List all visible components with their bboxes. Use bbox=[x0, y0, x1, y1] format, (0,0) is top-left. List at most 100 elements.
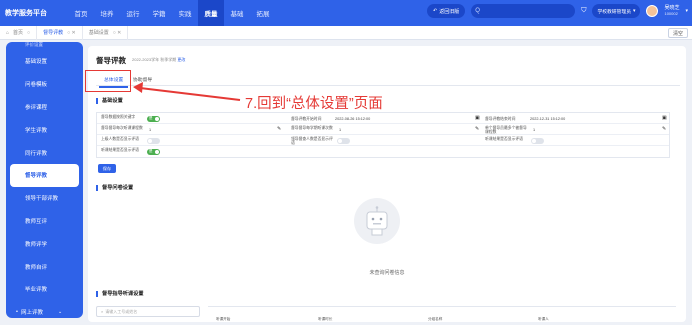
settings-row: 督导督导每次听课课程数 1 ✎ 督导督导每学期听课次数 1 ✎ 单个督导员最多个… bbox=[97, 124, 669, 135]
toggle-text: 是 bbox=[149, 116, 153, 120]
sidebar-item-supervisor-eval[interactable]: 督导评教 bbox=[10, 163, 79, 187]
filter-label: 听课人 bbox=[538, 317, 549, 321]
tab-basic-settings-label: 基础设置 bbox=[88, 30, 109, 36]
number-input-value[interactable]: 1 bbox=[533, 128, 535, 132]
search-icon: Q bbox=[475, 8, 480, 14]
user-menu-chevron-icon[interactable]: ▾ bbox=[685, 8, 688, 14]
tab-supervisor-eval[interactable]: 督导评教 ○ ✕ bbox=[37, 25, 83, 40]
role-select[interactable]: 学校教研管理员 ▾ bbox=[592, 4, 641, 18]
settings-row: 听课结果是否显示评语 是 bbox=[97, 146, 669, 157]
field-label: 督导督导每学期听课次数 bbox=[291, 125, 333, 130]
tab-strip: ⌂ 首页 ○ 督导评教 ○ ✕ 基础设置 ○ ✕ 清空 bbox=[0, 25, 692, 40]
field-label: 听课结果是否显示评语 bbox=[485, 136, 523, 141]
clear-tabs-button[interactable]: 清空 bbox=[667, 28, 688, 38]
sidebar-item-teacher-mutual[interactable]: 教师互评 bbox=[6, 210, 83, 233]
toggle-switch[interactable]: 是 bbox=[147, 148, 160, 155]
field-label: 督导督导每次听课课程数 bbox=[101, 125, 143, 130]
nav-status[interactable]: 学籍 bbox=[146, 0, 172, 26]
home-icon: ⌂ bbox=[6, 29, 10, 36]
empty-state-text: 未查询问卷信息 bbox=[369, 270, 405, 276]
sidebar-item-online-eval[interactable]: • 网上评教 ⌄ bbox=[6, 301, 83, 318]
tab-home-label: 首页 bbox=[13, 30, 24, 36]
teacher-search-input[interactable]: ⌕ 请输入工号或姓名 bbox=[96, 306, 200, 317]
back-old-version-label: 返回旧版 bbox=[439, 8, 460, 15]
filter-label: 听课开始 bbox=[216, 317, 231, 321]
sidebar-item-graduate-eval[interactable]: 毕业评教 bbox=[6, 278, 83, 301]
toggle-switch[interactable] bbox=[147, 137, 160, 144]
nav-operation[interactable]: 运行 bbox=[120, 0, 146, 26]
top-nav-bar: 教学服务平台 首页 培养 运行 学籍 实践 质量 基础 拓展 ↶ 返回旧版 Q … bbox=[0, 0, 692, 26]
tab-basic-settings[interactable]: 基础设置 ○ ✕ bbox=[83, 25, 129, 40]
close-icon[interactable]: ○ bbox=[27, 30, 30, 36]
annotation-text: 7.回到“总体设置”页面 bbox=[245, 96, 383, 112]
shield-icon[interactable]: ⛉ bbox=[581, 7, 586, 15]
field-label: 单个督导员最多个被督导课程数 bbox=[485, 125, 527, 134]
edit-pencil-icon[interactable]: ✎ bbox=[662, 126, 666, 132]
sidebar-item-student-eval[interactable]: 学生评教 bbox=[6, 118, 83, 141]
main-panel: 督导评教 2022-2023学年 秋季学期 更改 总体设置 协助督导 基础设置 … bbox=[88, 46, 686, 322]
teacher-filter-row: 听课开始 听课时长 分组名称 听课人 bbox=[208, 306, 676, 321]
page-title: 督导评教 bbox=[96, 56, 126, 65]
sidebar-item-eval-settings[interactable]: 评价设置 bbox=[6, 42, 83, 50]
nav-extend[interactable]: 拓展 bbox=[250, 0, 276, 26]
sidebar-item-basic-settings[interactable]: 基础设置 bbox=[6, 50, 83, 73]
sidebar-item-courses[interactable]: 参评课程 bbox=[6, 96, 83, 119]
user-name-block[interactable]: 吴晓芝 100002 bbox=[664, 5, 679, 17]
toggle-switch[interactable]: 是 bbox=[147, 115, 160, 122]
app-brand: 教学服务平台 bbox=[5, 10, 47, 17]
change-semester-link[interactable]: 更改 bbox=[177, 57, 185, 62]
date-input-value[interactable]: 2022-12-31 15:12:00 bbox=[530, 117, 565, 121]
filter-label: 听课时长 bbox=[318, 317, 333, 321]
settings-row: 督导数据按照关键字 是 督导评教开始时间 2022-08-26 15:12:00… bbox=[97, 113, 669, 124]
section-teacher-settings: 督导指导听课设置 bbox=[96, 291, 144, 297]
user-id: 100002 bbox=[664, 11, 678, 16]
calendar-icon[interactable]: ▣ bbox=[475, 115, 480, 121]
number-input-value[interactable]: 1 bbox=[339, 128, 341, 132]
nav-practice[interactable]: 实践 bbox=[172, 0, 198, 26]
close-icon[interactable]: ○ ✕ bbox=[113, 30, 122, 36]
robot-icon bbox=[366, 206, 388, 236]
toggle-switch[interactable] bbox=[337, 137, 350, 144]
close-icon[interactable]: ○ ✕ bbox=[67, 30, 76, 36]
field-label: 督导数据按照关键字 bbox=[101, 115, 136, 119]
nav-home[interactable]: 首页 bbox=[68, 0, 94, 26]
edit-pencil-icon[interactable]: ✎ bbox=[475, 126, 479, 132]
nav-quality[interactable]: 质量 bbox=[198, 0, 224, 26]
sidebar-item-questionnaire[interactable]: 问卷模板 bbox=[6, 73, 83, 96]
tab-home[interactable]: ⌂ 首页 ○ bbox=[0, 25, 38, 40]
chevron-down-icon: ▾ bbox=[633, 8, 636, 14]
subtab-divider bbox=[96, 85, 680, 86]
back-old-version-button[interactable]: ↶ 返回旧版 bbox=[426, 4, 466, 18]
settings-grid: 督导数据按照关键字 是 督导评教开始时间 2022-08-26 15:12:00… bbox=[96, 112, 670, 158]
sidebar-item-peer-eval[interactable]: 同行评教 bbox=[6, 141, 83, 164]
sidebar-item-teacher-self[interactable]: 教师自评 bbox=[6, 255, 83, 278]
tab-assist-supervision[interactable]: 协助督导 bbox=[133, 76, 152, 83]
section-basic-settings: 基础设置 bbox=[96, 98, 123, 104]
field-label: 领导督查人数是否显示评语 bbox=[291, 136, 333, 145]
sidebar: 评价设置 基础设置 问卷模板 参评课程 学生评教 同行评教 督导评教 领导干部评… bbox=[6, 42, 83, 318]
filter-label: 分组名称 bbox=[428, 317, 443, 321]
search-icon: ⌕ bbox=[101, 309, 104, 314]
toggle-switch[interactable] bbox=[531, 137, 544, 144]
tab-supervisor-eval-label: 督导评教 bbox=[43, 30, 64, 36]
top-search-input[interactable]: Q bbox=[471, 4, 576, 18]
annotation-highlight-box bbox=[85, 70, 131, 92]
save-button[interactable]: 保存 bbox=[98, 164, 116, 173]
edit-pencil-icon[interactable]: ✎ bbox=[277, 126, 281, 132]
chevron-down-icon: ⌄ bbox=[57, 309, 63, 316]
number-input-value[interactable]: 1 bbox=[149, 128, 151, 132]
sidebar-item-teacher-eval-students[interactable]: 教师评学 bbox=[6, 232, 83, 255]
sidebar-item-leader-eval[interactable]: 领导干部评教 bbox=[6, 187, 83, 210]
sidebar-item-online-eval-label: 网上评教 bbox=[20, 310, 43, 317]
calendar-icon[interactable]: ▣ bbox=[662, 115, 667, 121]
semester-info: 2022-2023学年 秋季学期 更改 bbox=[132, 57, 185, 63]
main-nav: 首页 培养 运行 学籍 实践 质量 基础 拓展 bbox=[68, 0, 276, 26]
nav-basic[interactable]: 基础 bbox=[224, 0, 250, 26]
role-select-value: 学校教研管理员 bbox=[597, 9, 632, 15]
section-questionnaire-settings: 督导问卷设置 bbox=[96, 185, 133, 191]
date-input-value[interactable]: 2022-08-26 15:12:00 bbox=[335, 117, 370, 121]
avatar[interactable] bbox=[646, 5, 659, 17]
empty-state-illustration bbox=[354, 198, 400, 244]
toggle-text: 是 bbox=[149, 149, 153, 153]
nav-training[interactable]: 培养 bbox=[94, 0, 120, 26]
